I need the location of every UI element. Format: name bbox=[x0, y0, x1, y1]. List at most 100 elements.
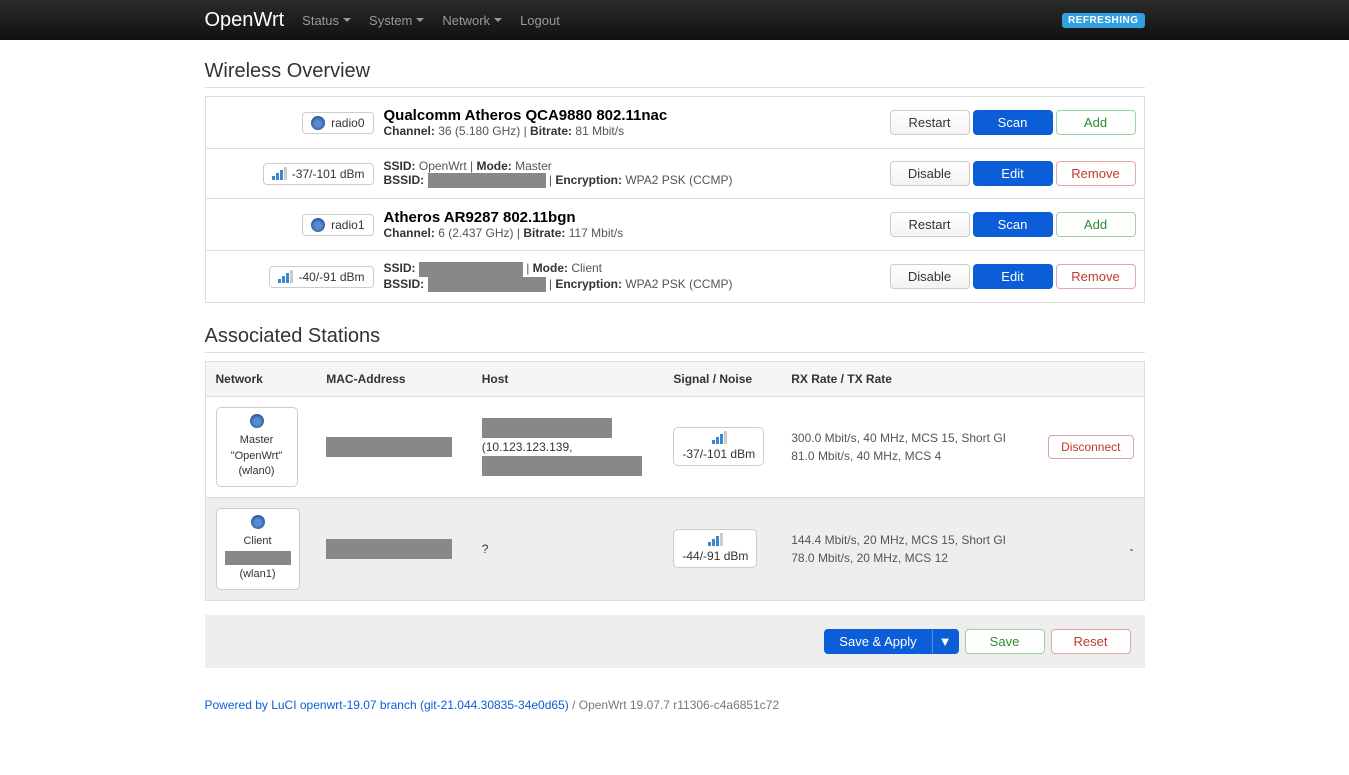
disable-button[interactable]: Disable bbox=[890, 161, 970, 186]
restart-button[interactable]: Restart bbox=[890, 212, 970, 237]
signal-bars-icon bbox=[708, 534, 722, 546]
edit-button[interactable]: Edit bbox=[973, 161, 1053, 186]
tx-rate: 78.0 Mbit/s, 20 MHz, MCS 12 bbox=[791, 549, 1021, 567]
signal-text: -40/-91 dBm bbox=[298, 270, 364, 284]
mode-label: Mode: bbox=[533, 261, 568, 275]
col-mac: MAC-Address bbox=[316, 361, 471, 396]
net-ssid: "OpenWrt" bbox=[231, 450, 283, 462]
edit-button[interactable]: Edit bbox=[973, 264, 1053, 289]
signal-text: -37/-101 dBm bbox=[682, 447, 755, 461]
chevron-down-icon bbox=[416, 18, 424, 22]
nav-status[interactable]: Status bbox=[302, 13, 351, 28]
device-name: Qualcomm Atheros QCA9880 802.11nac bbox=[384, 107, 856, 124]
scan-button[interactable]: Scan bbox=[973, 110, 1053, 135]
channel-label: Channel: bbox=[384, 124, 435, 138]
radio-network-row: -37/-101 dBm SSID: OpenWrt | Mode: Maste… bbox=[206, 149, 1144, 199]
remove-button[interactable]: Remove bbox=[1056, 264, 1136, 289]
footer-version: / OpenWrt 19.07.7 r11306-c4a6851c72 bbox=[569, 698, 779, 712]
brand-logo[interactable]: OpenWrt bbox=[205, 9, 285, 32]
ssid-value: OpenWrt bbox=[419, 159, 467, 173]
reset-button[interactable]: Reset bbox=[1051, 629, 1131, 654]
net-mode: Master bbox=[240, 434, 274, 446]
add-button[interactable]: Add bbox=[1056, 110, 1136, 135]
net-iface: (wlan0) bbox=[238, 465, 274, 477]
host-info: (10.123.123.139, bbox=[482, 418, 654, 476]
chevron-down-icon bbox=[343, 18, 351, 22]
save-apply-dropdown[interactable]: ▼ bbox=[932, 629, 959, 654]
network-badge: Client (wlan1) bbox=[216, 508, 300, 590]
save-button[interactable]: Save bbox=[965, 629, 1045, 654]
signal-bars-icon bbox=[278, 271, 292, 283]
nav-network[interactable]: Network bbox=[442, 13, 502, 28]
nav-system[interactable]: System bbox=[369, 13, 424, 28]
nav-logout[interactable]: Logout bbox=[520, 13, 560, 28]
associated-stations-table: Network MAC-Address Host Signal / Noise … bbox=[205, 361, 1145, 601]
signal-bars-icon bbox=[712, 432, 726, 444]
network-badge: Master "OpenWrt" (wlan0) bbox=[216, 407, 298, 487]
associated-stations-heading: Associated Stations bbox=[205, 325, 1145, 353]
signal-text: -37/-101 dBm bbox=[292, 167, 365, 181]
remove-button[interactable]: Remove bbox=[1056, 161, 1136, 186]
mac-redacted bbox=[326, 539, 452, 559]
network-info-line2: BSSID: | Encryption: WPA2 PSK (CCMP) bbox=[384, 173, 856, 188]
wireless-overview-heading: Wireless Overview bbox=[205, 60, 1145, 88]
host-unknown: ? bbox=[482, 542, 489, 556]
refresh-indicator[interactable]: REFRESHING bbox=[1062, 13, 1145, 28]
station-row: Client (wlan1) ? -44/-91 dBm 144.4 Mbit/… bbox=[205, 497, 1144, 600]
bitrate-label: Bitrate: bbox=[530, 124, 572, 138]
network-info-line1: SSID: OpenWrt | Mode: Master bbox=[384, 159, 856, 173]
rx-rate: 300.0 Mbit/s, 40 MHz, MCS 15, Short GI bbox=[791, 429, 1021, 447]
col-rate: RX Rate / TX Rate bbox=[781, 361, 1031, 396]
mac-redacted bbox=[326, 437, 452, 457]
disable-button[interactable]: Disable bbox=[890, 264, 970, 289]
bitrate-value: 81 Mbit/s bbox=[575, 124, 624, 138]
rate-info: 300.0 Mbit/s, 40 MHz, MCS 15, Short GI 8… bbox=[781, 396, 1031, 497]
signal-bars-icon bbox=[272, 168, 286, 180]
col-network: Network bbox=[205, 361, 316, 396]
mode-value: Master bbox=[515, 159, 552, 173]
wireless-radio-icon bbox=[311, 116, 325, 130]
signal-text: -44/-91 dBm bbox=[682, 549, 748, 563]
signal-badge: -37/-101 dBm bbox=[673, 427, 764, 466]
station-row: Master "OpenWrt" (wlan0) (10.123.123.139… bbox=[205, 396, 1144, 497]
wireless-radio-icon bbox=[251, 515, 265, 529]
bssid-redacted bbox=[428, 173, 546, 188]
device-info: Channel: 6 (2.437 GHz) | Bitrate: 117 Mb… bbox=[384, 226, 856, 240]
radio-device-row: radio1 Atheros AR9287 802.11bgn Channel:… bbox=[206, 199, 1144, 251]
network-info-line1: SSID: | Mode: Client bbox=[384, 261, 856, 276]
encryption-label: Encryption: bbox=[555, 173, 622, 187]
rx-rate: 144.4 Mbit/s, 20 MHz, MCS 15, Short GI bbox=[791, 531, 1021, 549]
ssid-redacted bbox=[419, 262, 523, 277]
radio-device-row: radio0 Qualcomm Atheros QCA9880 802.11na… bbox=[206, 97, 1144, 149]
signal-badge: -37/-101 dBm bbox=[263, 163, 374, 185]
net-iface: (wlan1) bbox=[239, 568, 275, 580]
channel-value: 6 (2.437 GHz) bbox=[438, 226, 513, 240]
chevron-down-icon bbox=[494, 18, 502, 22]
restart-button[interactable]: Restart bbox=[890, 110, 970, 135]
radio-network-row: -40/-91 dBm SSID: | Mode: Client BSSID: … bbox=[206, 251, 1144, 302]
save-apply-group: Save & Apply ▼ bbox=[824, 629, 958, 654]
disconnect-button[interactable]: Disconnect bbox=[1048, 435, 1133, 459]
device-info: Channel: 36 (5.180 GHz) | Bitrate: 81 Mb… bbox=[384, 124, 856, 138]
radio-id: radio1 bbox=[331, 218, 364, 232]
network-info-line2: BSSID: | Encryption: WPA2 PSK (CCMP) bbox=[384, 277, 856, 292]
signal-badge: -44/-91 dBm bbox=[673, 529, 757, 568]
rate-info: 144.4 Mbit/s, 20 MHz, MCS 15, Short GI 7… bbox=[781, 497, 1031, 600]
bitrate-label: Bitrate: bbox=[523, 226, 565, 240]
mode-label: Mode: bbox=[476, 159, 511, 173]
nav-status-label: Status bbox=[302, 13, 339, 28]
ssid-label: SSID: bbox=[384, 159, 416, 173]
add-button[interactable]: Add bbox=[1056, 212, 1136, 237]
channel-value: 36 (5.180 GHz) bbox=[438, 124, 520, 138]
save-apply-button[interactable]: Save & Apply bbox=[824, 629, 931, 654]
footer-luci-link[interactable]: Powered by LuCI openwrt-19.07 branch (gi… bbox=[205, 698, 569, 712]
col-host: Host bbox=[472, 361, 664, 396]
channel-label: Channel: bbox=[384, 226, 435, 240]
host-ip: (10.123.123.139, bbox=[482, 440, 654, 454]
scan-button[interactable]: Scan bbox=[973, 212, 1053, 237]
wireless-radio-icon bbox=[311, 218, 325, 232]
page-actions: Save & Apply ▼ Save Reset bbox=[205, 615, 1145, 668]
host-redacted bbox=[482, 456, 642, 476]
device-name: Atheros AR9287 802.11bgn bbox=[384, 209, 856, 226]
wireless-radio-icon bbox=[250, 414, 264, 428]
